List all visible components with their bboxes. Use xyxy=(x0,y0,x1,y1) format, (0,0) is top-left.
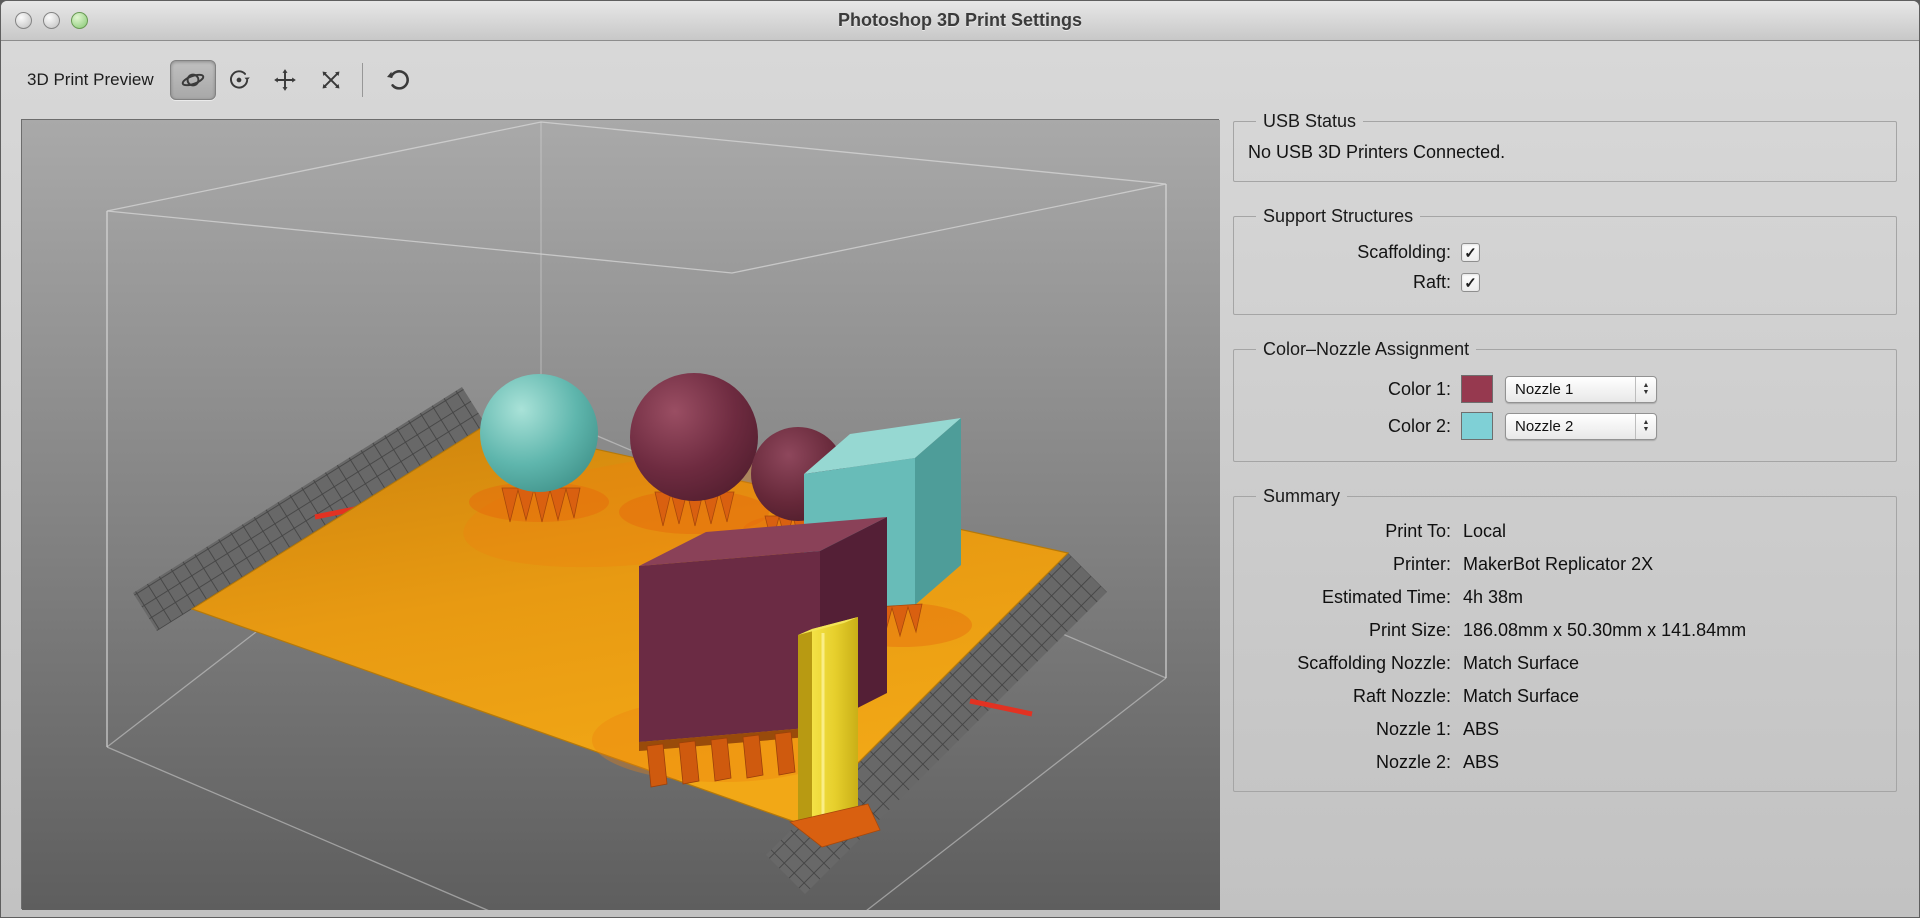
summary-value: Match Surface xyxy=(1463,680,1884,713)
color1-nozzle-value: Nozzle 1 xyxy=(1515,381,1573,398)
summary-label: Scaffolding Nozzle: xyxy=(1246,647,1451,680)
summary-label: Nozzle 2: xyxy=(1246,746,1451,779)
roll-camera-icon xyxy=(226,67,252,93)
summary-row-estimated-time: Estimated Time: 4h 38m xyxy=(1246,581,1884,614)
summary-label: Printer: xyxy=(1246,548,1451,581)
orbit-camera-icon xyxy=(180,67,206,93)
color1-swatch[interactable] xyxy=(1461,375,1493,403)
summary-row-scaffolding-nozzle: Scaffolding Nozzle: Match Surface xyxy=(1246,647,1884,680)
summary-label: Nozzle 1: xyxy=(1246,713,1451,746)
summary-row-nozzle1: Nozzle 1: ABS xyxy=(1246,713,1884,746)
raft-label: Raft: xyxy=(1246,272,1451,293)
scaffolding-checkbox[interactable]: ✓ xyxy=(1461,243,1480,262)
slide-camera-icon xyxy=(318,67,344,93)
usb-status-group: USB Status No USB 3D Printers Connected. xyxy=(1233,111,1897,182)
support-structures-group: Support Structures Scaffolding: ✓ Raft: … xyxy=(1233,206,1897,315)
summary-row-printer: Printer: MakerBot Replicator 2X xyxy=(1246,548,1884,581)
support-structures-title: Support Structures xyxy=(1256,206,1420,227)
color2-nozzle-select[interactable]: Nozzle 2 ▲▼ xyxy=(1505,413,1657,440)
close-icon[interactable] xyxy=(15,12,32,29)
color-nozzle-group: Color–Nozzle Assignment Color 1: Nozzle … xyxy=(1233,339,1897,462)
usb-status-title: USB Status xyxy=(1256,111,1363,132)
reset-view-button[interactable] xyxy=(375,60,421,100)
updown-arrows-icon: ▲▼ xyxy=(1635,377,1656,402)
color2-row: Color 2: Nozzle 2 ▲▼ xyxy=(1246,412,1884,440)
orbit-camera-tool-button[interactable] xyxy=(170,60,216,100)
summary-title: Summary xyxy=(1256,486,1347,507)
summary-value: ABS xyxy=(1463,713,1884,746)
summary-value: Match Surface xyxy=(1463,647,1884,680)
teal-sphere[interactable] xyxy=(480,374,598,492)
summary-value: Local xyxy=(1463,515,1884,548)
titlebar[interactable]: Photoshop 3D Print Settings xyxy=(1,1,1919,41)
window-controls xyxy=(15,1,88,40)
summary-row-print-to: Print To: Local xyxy=(1246,515,1884,548)
summary-group: Summary Print To: Local Printer: MakerBo… xyxy=(1233,486,1897,792)
color2-swatch[interactable] xyxy=(1461,412,1493,440)
color2-nozzle-value: Nozzle 2 xyxy=(1515,418,1573,435)
summary-label: Print Size: xyxy=(1246,614,1451,647)
summary-label: Print To: xyxy=(1246,515,1451,548)
summary-value: 4h 38m xyxy=(1463,581,1884,614)
summary-value: 186.08mm x 50.30mm x 141.84mm xyxy=(1463,614,1884,647)
summary-row-print-size: Print Size: 186.08mm x 50.30mm x 141.84m… xyxy=(1246,614,1884,647)
color1-label: Color 1: xyxy=(1246,379,1451,400)
summary-label: Raft Nozzle: xyxy=(1246,680,1451,713)
pan-camera-icon xyxy=(272,67,298,93)
updown-arrows-icon: ▲▼ xyxy=(1635,414,1656,439)
minimize-icon[interactable] xyxy=(43,12,60,29)
preview-label: 3D Print Preview xyxy=(27,70,154,90)
window-title: Photoshop 3D Print Settings xyxy=(838,10,1082,31)
3d-preview-viewport[interactable] xyxy=(21,119,1219,909)
3d-scene xyxy=(22,120,1220,910)
toolbar-separator xyxy=(362,63,363,97)
usb-status-message: No USB 3D Printers Connected. xyxy=(1246,138,1884,169)
summary-row-raft-nozzle: Raft Nozzle: Match Surface xyxy=(1246,680,1884,713)
raft-checkbox[interactable]: ✓ xyxy=(1461,273,1480,292)
pan-camera-tool-button[interactable] xyxy=(262,60,308,100)
yellow-slab[interactable] xyxy=(798,617,858,826)
color1-nozzle-select[interactable]: Nozzle 1 ▲▼ xyxy=(1505,376,1657,403)
roll-camera-tool-button[interactable] xyxy=(216,60,262,100)
maroon-sphere[interactable] xyxy=(630,373,758,501)
summary-label: Estimated Time: xyxy=(1246,581,1451,614)
scaffolding-label: Scaffolding: xyxy=(1246,242,1451,263)
scaffolding-row: Scaffolding: ✓ xyxy=(1246,242,1884,263)
summary-value: ABS xyxy=(1463,746,1884,779)
settings-panel: USB Status No USB 3D Printers Connected.… xyxy=(1233,97,1897,816)
slide-camera-tool-button[interactable] xyxy=(308,60,354,100)
check-icon: ✓ xyxy=(1464,244,1477,262)
zoom-icon[interactable] xyxy=(71,12,88,29)
check-icon: ✓ xyxy=(1464,274,1477,292)
raft-row: Raft: ✓ xyxy=(1246,272,1884,293)
color2-label: Color 2: xyxy=(1246,416,1451,437)
color-nozzle-title: Color–Nozzle Assignment xyxy=(1256,339,1476,360)
color1-row: Color 1: Nozzle 1 ▲▼ xyxy=(1246,375,1884,403)
summary-value: MakerBot Replicator 2X xyxy=(1463,548,1884,581)
print-settings-window: Photoshop 3D Print Settings 3D Print Pre… xyxy=(0,0,1920,918)
reset-view-icon xyxy=(384,66,412,94)
summary-row-nozzle2: Nozzle 2: ABS xyxy=(1246,746,1884,779)
